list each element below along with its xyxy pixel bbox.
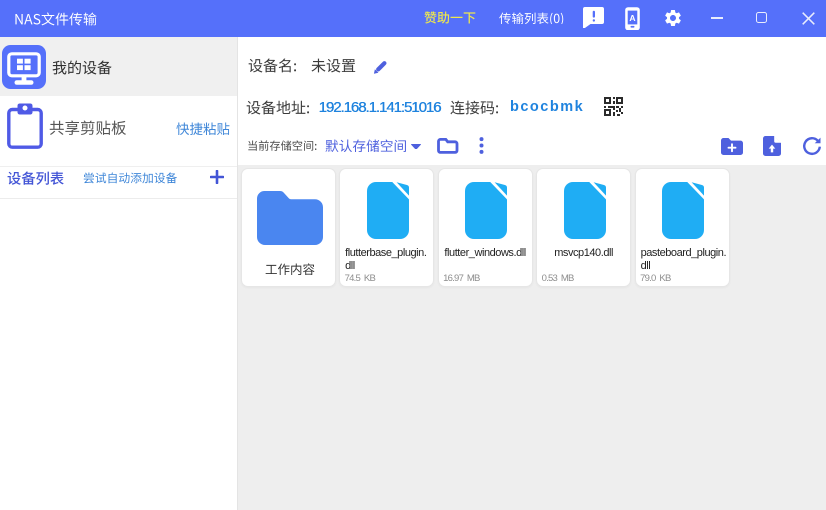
svg-text:A: A [629,13,635,23]
